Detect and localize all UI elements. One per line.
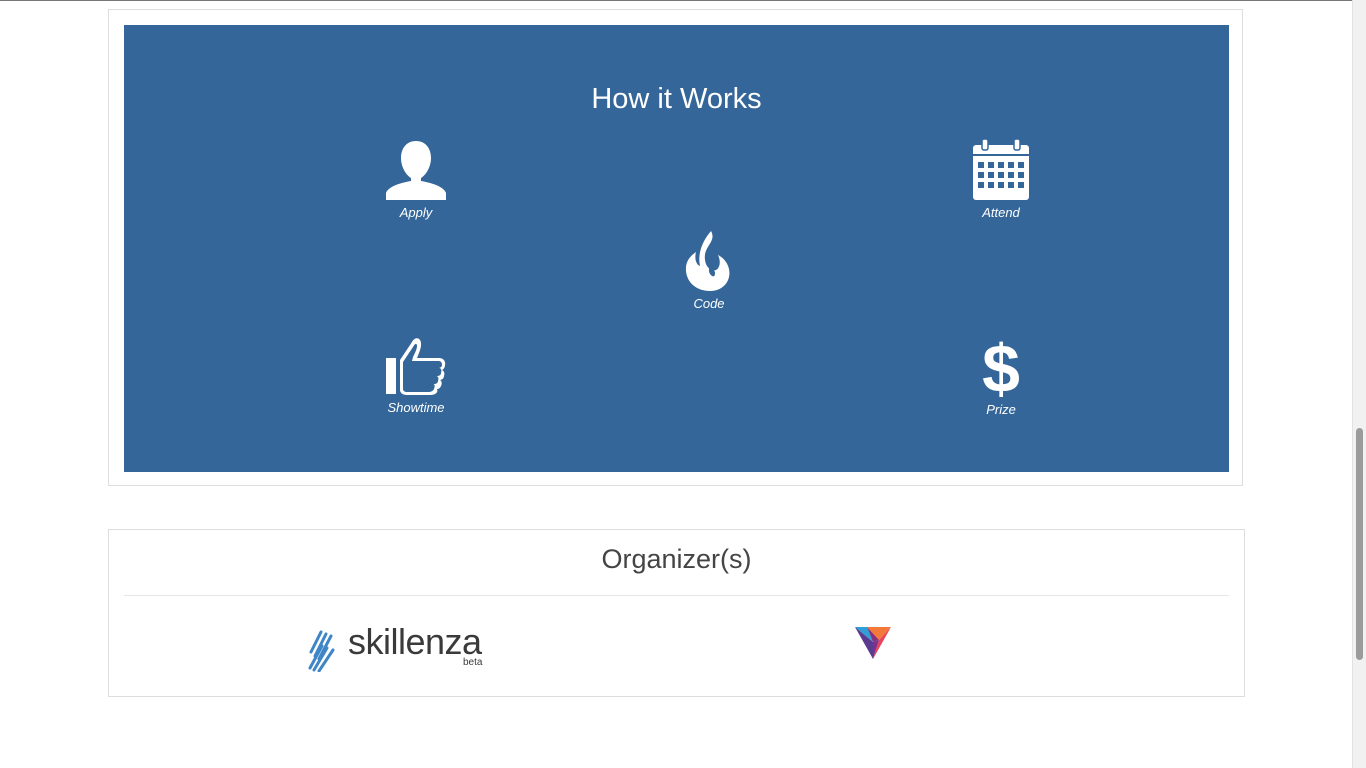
how-it-works-panel: How it Works Apply Attend Code Showtime … [124,25,1229,472]
dollar-icon: $ [982,336,1020,398]
skillenza-mark-icon [308,630,335,672]
svg-text:$: $ [982,336,1020,398]
step-showtime: Showtime [356,336,476,415]
how-it-works-card: How it Works Apply Attend Code Showtime … [108,9,1243,486]
thumbs-up-icon [386,338,446,395]
organizers-card: Organizer(s) skillenza beta [108,529,1245,697]
organizers-title: Organizer(s) [601,544,752,574]
skillenza-wordmark: skillenza [348,621,482,662]
how-it-works-title: How it Works [591,83,762,115]
organizers-divider [124,595,1229,596]
skillenza-beta-label: beta [463,657,483,668]
step-label-apply: Apply [399,205,433,220]
v-logo[interactable] [855,626,891,660]
v-logo-icon [855,627,891,659]
step-label-showtime: Showtime [387,400,445,415]
step-label-attend: Attend [982,205,1020,220]
scrollbar-thumb[interactable] [1356,428,1363,660]
calendar-icon [973,139,1029,200]
step-label-code: Code [693,296,725,311]
step-attend: Attend [941,139,1061,220]
user-icon [386,141,446,200]
step-prize: $ Prize [941,336,1061,417]
skillenza-logo[interactable]: skillenza beta [308,623,490,673]
fire-icon [685,231,730,291]
step-label-prize: Prize [986,402,1016,417]
vertical-scrollbar[interactable] [1352,0,1366,768]
step-code: Code [649,230,769,311]
top-divider [0,0,1352,1]
step-apply: Apply [356,139,476,220]
page: How it Works Apply Attend Code Showtime … [0,0,1366,768]
